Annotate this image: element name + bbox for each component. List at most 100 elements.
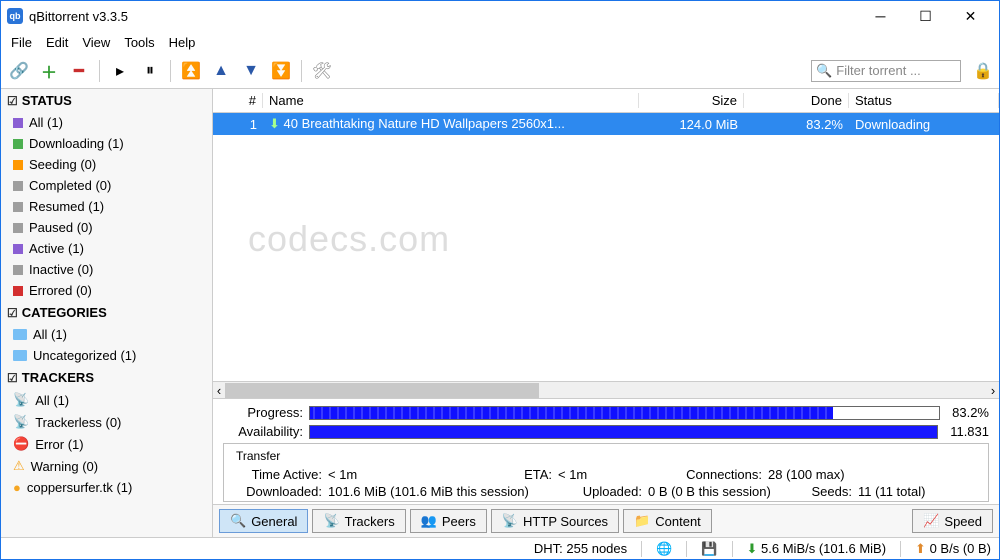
transfer-fieldset: Transfer Time Active:< 1m ETA:< 1m Conne… <box>223 443 989 502</box>
details-pane: Progress: 83.2% Availability: 11.831 Tra… <box>213 398 999 504</box>
globe-icon[interactable]: 🌐 <box>656 541 672 557</box>
seeds-label: Seeds: <box>802 484 852 499</box>
move-top-icon[interactable]: ⏫ <box>179 59 203 83</box>
folder-icon: 📁 <box>634 513 650 529</box>
menu-help[interactable]: Help <box>163 33 202 52</box>
sidebar-item[interactable]: ⛔Error (1) <box>1 433 212 455</box>
tab-content[interactable]: 📁Content <box>623 509 712 533</box>
pause-icon[interactable]: ⏸ <box>138 59 162 83</box>
sidebar-item-label: Active (1) <box>29 241 84 256</box>
cell-done: 83.2% <box>744 117 849 132</box>
sidebar-item[interactable]: 📡Trackerless (0) <box>1 411 212 433</box>
uploaded-label: Uploaded: <box>572 484 642 499</box>
sidebar-item[interactable]: Inactive (0) <box>1 259 212 280</box>
dot-icon: ● <box>13 480 21 495</box>
separator <box>301 60 302 82</box>
tab-http-sources[interactable]: 📡HTTP Sources <box>491 509 619 533</box>
categories-header[interactable]: CATEGORIES <box>1 301 212 324</box>
folder-icon <box>13 350 27 361</box>
connections-label: Connections: <box>672 467 762 482</box>
upload-speed[interactable]: ⬆ 0 B/s (0 B) <box>915 541 991 557</box>
tab-peers[interactable]: 👥Peers <box>410 509 487 533</box>
sidebar-item-label: Errored (0) <box>29 283 92 298</box>
separator <box>170 60 171 82</box>
titlebar: qb qBittorrent v3.3.5 ─ ☐ ✕ <box>1 1 999 31</box>
trackers-icon: 📡 <box>323 513 339 529</box>
menu-edit[interactable]: Edit <box>40 33 74 52</box>
sidebar-item[interactable]: Completed (0) <box>1 175 212 196</box>
sidebar-item[interactable]: Active (1) <box>1 238 212 259</box>
sidebar-item-label: Seeding (0) <box>29 157 96 172</box>
lock-icon[interactable]: 🔒 <box>973 61 993 81</box>
speed-icon: 📈 <box>923 513 939 529</box>
add-link-icon[interactable]: 🔗 <box>7 59 31 83</box>
cell-name: ⬇ 40 Breathtaking Nature HD Wallpapers 2… <box>263 116 639 132</box>
col-status[interactable]: Status <box>849 93 999 108</box>
uploaded-value: 0 B (0 B this session) <box>648 484 771 499</box>
availability-bar <box>309 425 938 439</box>
sidebar-item[interactable]: ⚠Warning (0) <box>1 455 212 477</box>
tab-speed[interactable]: 📈Speed <box>912 509 993 533</box>
sidebar-item[interactable]: All (1) <box>1 324 212 345</box>
download-speed[interactable]: ⬇ 5.6 MiB/s (101.6 MiB) <box>747 541 887 557</box>
trackers-header[interactable]: TRACKERS <box>1 366 212 389</box>
sidebar-item[interactable]: Errored (0) <box>1 280 212 301</box>
sidebar-item-label: Downloading (1) <box>29 136 124 151</box>
resume-icon[interactable]: ▸ <box>108 59 132 83</box>
sidebar-item[interactable]: Uncategorized (1) <box>1 345 212 366</box>
sidebar-item[interactable]: All (1) <box>1 112 212 133</box>
sidebar-item[interactable]: ● coppersurfer.tk (1) <box>1 477 212 498</box>
downloaded-label: Downloaded: <box>232 484 322 499</box>
h-scrollbar[interactable]: ‹› <box>213 381 999 398</box>
maximize-button[interactable]: ☐ <box>903 2 948 30</box>
availability-value: 11.831 <box>950 424 989 439</box>
window-title: qBittorrent v3.3.5 <box>29 9 858 24</box>
statusbar: DHT: 255 nodes 🌐 💾 ⬇ 5.6 MiB/s (101.6 Mi… <box>1 537 999 559</box>
eta-label: ETA: <box>472 467 552 482</box>
menu-tools[interactable]: Tools <box>118 33 160 52</box>
col-name[interactable]: Name <box>263 93 639 108</box>
cell-num: 1 <box>213 117 263 132</box>
move-bottom-icon[interactable]: ⏬ <box>269 59 293 83</box>
disk-icon: 💾 <box>701 541 717 557</box>
col-size[interactable]: Size <box>639 93 744 108</box>
menu-view[interactable]: View <box>76 33 116 52</box>
connections-value: 28 (100 max) <box>768 467 845 482</box>
sidebar-item-label: Trackerless (0) <box>35 415 121 430</box>
col-num[interactable]: # <box>213 93 263 108</box>
tab-trackers[interactable]: 📡Trackers <box>312 509 405 533</box>
move-up-icon[interactable]: ▲ <box>209 59 233 83</box>
sidebar-item-label: All (1) <box>29 115 63 130</box>
sidebar-item-label: All (1) <box>35 393 69 408</box>
sidebar-item[interactable]: Paused (0) <box>1 217 212 238</box>
sidebar-item[interactable]: 📡All (1) <box>1 389 212 411</box>
sidebar-item-label: All (1) <box>33 327 67 342</box>
menu-file[interactable]: File <box>5 33 38 52</box>
close-button[interactable]: ✕ <box>948 2 993 30</box>
sidebar-item[interactable]: Downloading (1) <box>1 133 212 154</box>
settings-icon[interactable]: 🛠 <box>310 59 334 83</box>
table-row[interactable]: 1 ⬇ 40 Breathtaking Nature HD Wallpapers… <box>213 113 999 135</box>
content-area: # Name Size Done Status 1 ⬇ 40 Breathtak… <box>213 89 999 537</box>
sidebar-item-label: Completed (0) <box>29 178 111 193</box>
status-header[interactable]: STATUS <box>1 89 212 112</box>
status-icon <box>13 118 23 128</box>
status-icon <box>13 223 23 233</box>
minimize-button[interactable]: ─ <box>858 2 903 30</box>
col-done[interactable]: Done <box>744 93 849 108</box>
sidebar-item[interactable]: Resumed (1) <box>1 196 212 217</box>
sidebar-item-label: Warning (0) <box>31 459 98 474</box>
sidebar-item-label: coppersurfer.tk (1) <box>27 480 133 495</box>
remove-icon[interactable]: ━ <box>67 59 91 83</box>
dht-status: DHT: 255 nodes <box>534 541 627 556</box>
add-torrent-icon[interactable]: ＋ <box>37 59 61 83</box>
filter-input[interactable]: 🔍Filter torrent ... <box>811 60 961 82</box>
status-icon <box>13 202 23 212</box>
http-icon: 📡 <box>502 513 518 529</box>
sidebar-item[interactable]: Seeding (0) <box>1 154 212 175</box>
cell-size: 124.0 MiB <box>639 117 744 132</box>
tab-general[interactable]: 🔍General <box>219 509 308 533</box>
eta-value: < 1m <box>558 467 587 482</box>
move-down-icon[interactable]: ▼ <box>239 59 263 83</box>
sidebar-item-label: Error (1) <box>35 437 83 452</box>
